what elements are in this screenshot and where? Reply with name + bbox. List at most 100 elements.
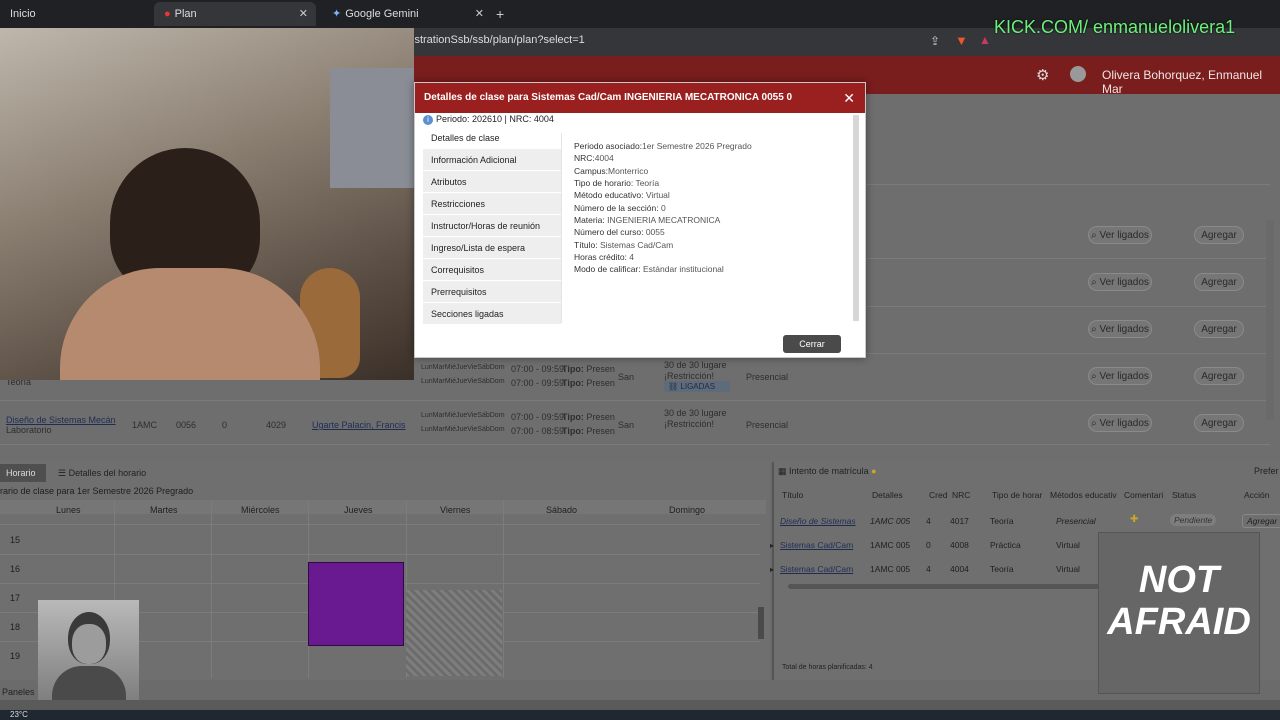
button-label: Ver ligados (1099, 277, 1149, 288)
col-header: Métodos educativ (1050, 490, 1117, 500)
horizontal-scrollbar[interactable] (788, 584, 1100, 589)
button-label: Ver ligados (1099, 324, 1149, 335)
add-icon[interactable]: ● (871, 466, 876, 476)
reg-title-link[interactable]: Sistemas Cad/Cam (780, 540, 853, 550)
close-icon[interactable]: ✕ (475, 2, 484, 26)
detail-label: Periodo asociado: (574, 141, 643, 151)
tab-class-details[interactable]: Detalles de clase (423, 127, 561, 149)
close-icon[interactable]: ✕ (299, 2, 308, 26)
tab-label: Google Gemini (345, 8, 419, 20)
row-restriction: ¡Restricción! (664, 419, 715, 429)
share-icon[interactable]: ⇪ (930, 34, 940, 48)
reg-credits: 4 (926, 516, 931, 526)
reg-title-link[interactable]: Sistemas Cad/Cam (780, 564, 853, 574)
reg-credits: 0 (926, 540, 931, 550)
reg-nrc: 4008 (950, 540, 969, 550)
row-expand-icon[interactable]: ▸ (770, 565, 774, 574)
row-expand-icon[interactable]: ▸ (770, 541, 774, 550)
brave-icon[interactable]: ▼ (955, 33, 968, 48)
modal-scrollbar[interactable] (853, 115, 859, 321)
tab-gemini[interactable]: ✦ Google Gemini ✕ (322, 2, 492, 26)
grid-line (503, 500, 504, 678)
pending-class-block[interactable] (406, 590, 502, 676)
detail-label: Número de la sección: (574, 203, 659, 213)
poster-image (330, 68, 414, 188)
tab-schedule-details[interactable]: ☰ Detalles del horario (58, 468, 146, 479)
hour-label: 15 (10, 535, 21, 545)
view-linked-button[interactable]: ⌕ Ver ligados (1088, 414, 1152, 432)
row-mode: Presencial (746, 420, 789, 430)
tab-enrollment-waitlist[interactable]: Ingreso/Lista de espera (423, 237, 561, 259)
tab-inicio[interactable]: Inicio (0, 2, 150, 26)
reg-action-button[interactable]: Agregar (1242, 514, 1280, 528)
new-tab-icon[interactable]: + (496, 6, 504, 22)
reg-details: 1AMC 005 (870, 564, 911, 574)
view-linked-button[interactable]: ⌕ Ver ligados (1088, 273, 1152, 291)
title-text: Intento de matrícula (789, 466, 869, 476)
reg-method: Virtual (1056, 540, 1080, 550)
type-value: Presen (586, 412, 615, 422)
close-icon[interactable]: ✕ (843, 83, 855, 113)
button-label: Ver ligados (1099, 230, 1149, 241)
tab-corequisites[interactable]: Correquisitos (423, 259, 561, 281)
reg-method: Virtual (1056, 564, 1080, 574)
link-icon: ⛓ (668, 382, 679, 391)
preferences-label[interactable]: Prefer (1254, 466, 1279, 476)
comment-icon[interactable]: ✚ (1130, 514, 1138, 525)
tab-label: Plan (174, 8, 197, 20)
page-scrollbar[interactable] (1266, 220, 1274, 420)
temperature: 23°C (10, 710, 28, 719)
course-title-link[interactable]: Diseño de Sistemas Mecán (6, 415, 116, 425)
detail-label: Modo de calificar: (574, 264, 641, 274)
detail-value: 1er Semestre 2026 Pregrado (642, 141, 752, 151)
period-line: i Periodo: 202610 | NRC: 4004 (423, 114, 554, 125)
instructor-link[interactable]: Ugarte Palacin, Francis (312, 420, 406, 430)
rewards-icon[interactable]: ▲ (979, 33, 991, 47)
reg-details: 1AMC 005 (870, 540, 911, 550)
tab-plan[interactable]: ● Plan ✕ (154, 2, 316, 26)
avatar-face (72, 624, 106, 664)
panels-label[interactable]: Paneles (2, 687, 35, 697)
stream-overlay-text: KICK.COM/ enmanuelolivera1 (994, 17, 1236, 37)
day-header: Lunes (56, 505, 81, 515)
row-campus: San (618, 372, 635, 382)
tab-linked-sections[interactable]: Secciones ligadas (423, 303, 561, 325)
col-header: Título (782, 490, 804, 500)
add-button[interactable]: Agregar (1194, 367, 1244, 385)
scheduled-class-block[interactable] (308, 562, 404, 646)
add-button[interactable]: Agregar (1194, 414, 1244, 432)
tab-restrictions[interactable]: Restricciones (423, 193, 561, 215)
detail-value: 0055 (645, 227, 665, 237)
gemini-icon: ✦ (332, 8, 342, 20)
detail-value: Monterrico (608, 166, 649, 176)
view-linked-button[interactable]: ⌕ Ver ligados (1088, 226, 1152, 244)
close-button[interactable]: Cerrar (783, 335, 841, 353)
url-field[interactable]: istrationSsb/ssb/plan/plan?select=1 (412, 34, 585, 46)
add-button[interactable]: Agregar (1194, 226, 1244, 244)
detail-label: Método educativo: (574, 190, 644, 200)
tab-schedule[interactable]: Horario (0, 464, 46, 482)
schedule-scrollbar[interactable] (758, 607, 764, 639)
tab-attributes[interactable]: Atributos (423, 171, 561, 193)
tab-additional-info[interactable]: Información Adicional (423, 149, 561, 171)
user-avatar-icon[interactable] (1070, 66, 1086, 82)
reg-title-link[interactable]: Diseño de Sistemas (780, 516, 856, 526)
add-button[interactable]: Agregar (1194, 273, 1244, 291)
tab-prerequisites[interactable]: Prerrequisitos (423, 281, 561, 303)
day-header: Sábado (546, 505, 578, 515)
ligadas-badge[interactable]: ⛓ LIGADAS (664, 381, 730, 392)
user-name[interactable]: Olivera Bohorquez, Enmanuel Mar (1102, 68, 1280, 96)
day-header: Domingo (669, 505, 706, 515)
type-label: Tipo: (562, 364, 584, 374)
course-number-cell: 0056 (176, 420, 197, 430)
add-button[interactable]: Agregar (1194, 320, 1244, 338)
grid-line (211, 500, 212, 678)
tab-instructor-hours[interactable]: Instructor/Horas de reunión (423, 215, 561, 237)
view-linked-button[interactable]: ⌕ Ver ligados (1088, 320, 1152, 338)
list-icon: ☰ (58, 468, 67, 478)
row-days: LunMarMiéJueVieSábDom (421, 412, 505, 419)
view-linked-button[interactable]: ⌕ Ver ligados (1088, 367, 1152, 385)
gear-icon[interactable]: ⚙ (1036, 66, 1049, 84)
site-icon: ● (164, 8, 171, 20)
detail-label: Número del curso: (574, 227, 644, 237)
